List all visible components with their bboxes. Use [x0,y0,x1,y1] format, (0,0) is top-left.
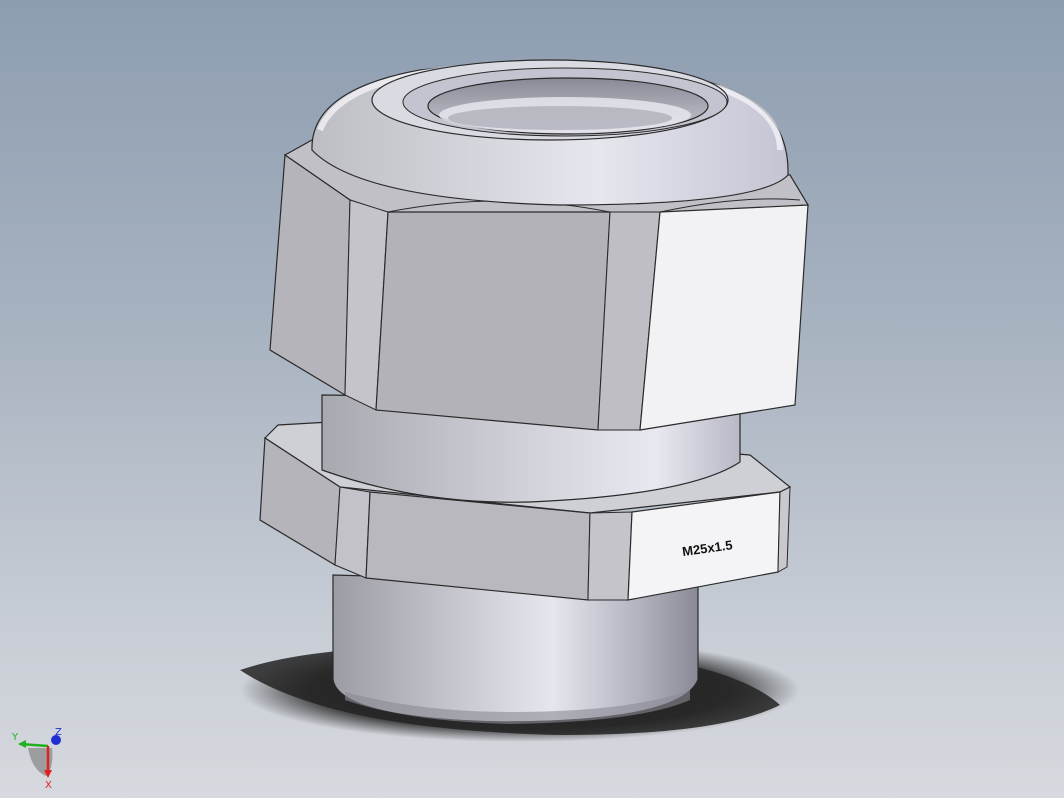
dome-cap[interactable] [311,59,789,206]
y-axis-arrow [18,740,26,748]
orientation-triad[interactable]: Y Z X [11,727,62,791]
triad-label-y: Y [11,732,19,743]
triad-label-x: X [45,780,52,791]
triad-label-z: Z [55,727,62,738]
3d-viewport[interactable]: M25x1.5 Y Z X [0,0,1064,798]
cable-gland-model[interactable]: M25x1.5 [259,59,810,724]
